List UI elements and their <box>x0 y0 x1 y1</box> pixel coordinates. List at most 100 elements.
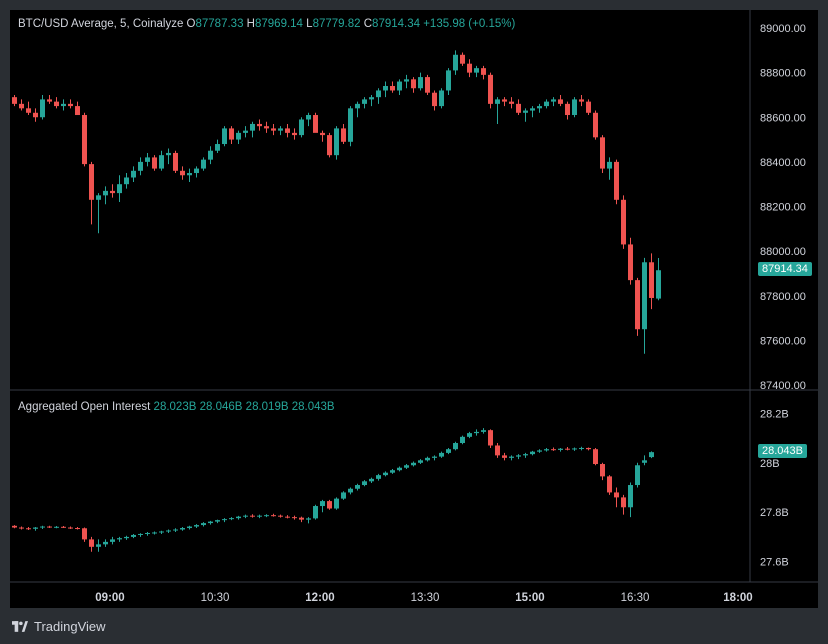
price-candle-body <box>614 161 619 200</box>
price-candle-body <box>236 132 241 140</box>
oi-candle-body <box>586 447 591 450</box>
price-candle-body <box>117 184 122 194</box>
price-candle-body <box>362 99 367 104</box>
oi-candle-body <box>117 538 122 540</box>
oi-candle-body <box>89 539 94 547</box>
price-candle-body <box>656 270 661 299</box>
price-candle-body <box>222 128 227 145</box>
y-tick-label: 88200.00 <box>760 202 806 214</box>
price-candle-body <box>642 262 647 330</box>
price-candle-body <box>390 86 395 91</box>
price-candle-body <box>621 199 626 245</box>
oi-candle-body <box>173 529 178 531</box>
chart-svg[interactable]: 89000.00 88800.00 88600.00 88400.00 88200.00… <box>10 10 818 608</box>
oi-candle-body <box>306 518 311 520</box>
oi-candle-body <box>187 526 192 529</box>
price-candle-body <box>460 54 465 64</box>
oi-candle-body <box>320 501 325 507</box>
ohlc-l: L87779.82 <box>306 18 360 30</box>
price-candle-body <box>600 137 605 169</box>
price-candle-body <box>40 99 45 118</box>
symbol-label: BTC/USD Average, 5, Coinalyze <box>18 18 184 30</box>
oi-candle-body <box>453 443 458 450</box>
oi-candle-body <box>348 488 353 493</box>
price-candle-body <box>75 106 80 116</box>
price-candle-body <box>138 161 143 171</box>
y-tick-label: 89000.00 <box>760 23 806 35</box>
price-candle-body <box>474 68 479 73</box>
oi-candle-body <box>488 430 493 446</box>
price-candle-body <box>264 126 269 129</box>
ohlc-value: 87914.34 <box>372 18 421 30</box>
oi-candle-body <box>222 519 227 521</box>
x-tick-label: 10:30 <box>201 592 230 604</box>
oi-candle-body <box>446 449 451 453</box>
y-tick-label: 88400.00 <box>760 157 806 169</box>
price-candle-body <box>145 157 150 162</box>
price-candle-body <box>47 99 52 102</box>
price-candle-body <box>432 92 437 107</box>
price-candle-body <box>558 99 563 104</box>
oi-value-3: 28.019B <box>245 401 289 413</box>
oi-candle-body <box>614 492 619 498</box>
oi-candle-body <box>397 467 402 471</box>
chart-area[interactable]: 89000.00 88800.00 88600.00 88400.00 88200.00… <box>10 10 818 608</box>
oi-candle-body <box>110 539 115 542</box>
y-tick-label: 87800.00 <box>760 291 806 303</box>
price-candle-body <box>103 190 108 196</box>
oi-y-tick-label: 27.6B <box>760 557 789 569</box>
oi-candle-body <box>467 433 472 437</box>
oi-candle-body <box>593 449 598 465</box>
oi-candle-body <box>68 527 73 529</box>
oi-candle-body <box>236 516 241 519</box>
oi-candle-body <box>460 436 465 444</box>
price-candle-body <box>369 97 374 100</box>
price-candle-body <box>250 123 255 131</box>
last-price-tag: 87914.34 <box>758 262 812 277</box>
price-candle-body <box>355 103 360 109</box>
price-candle-body <box>299 119 304 136</box>
oi-candle-body <box>334 498 339 509</box>
oi-candle-body <box>26 528 31 530</box>
oi-candle-body <box>61 526 66 528</box>
oi-candle-body <box>376 475 381 479</box>
oi-candle-body <box>159 531 164 533</box>
price-candle-body <box>68 103 73 107</box>
oi-candle-body <box>495 445 500 456</box>
price-candle-body <box>19 103 24 109</box>
price-candle-body <box>502 99 507 102</box>
brand-label: TradingView <box>34 619 106 634</box>
price-candle-body <box>509 101 514 104</box>
price-candle-body <box>131 170 136 178</box>
y-tick-label: 88800.00 <box>760 68 806 80</box>
price-candle-body <box>292 132 297 136</box>
main-legend: BTC/USD Average, 5, Coinalyze O87787.33 … <box>18 18 515 30</box>
tradingview-logo[interactable]: TradingView <box>12 619 106 634</box>
price-candle-body <box>152 157 157 169</box>
x-tick-label: 16:30 <box>621 592 650 604</box>
price-candle-body <box>453 54 458 71</box>
oi-candle-body <box>145 532 150 534</box>
oi-candle-body <box>152 532 157 534</box>
y-tick-label: 88000.00 <box>760 246 806 258</box>
oi-y-tick-label: 28B <box>760 458 780 470</box>
price-candle-body <box>327 135 332 156</box>
oi-candle-body <box>96 544 101 547</box>
price-candle-body <box>348 108 353 142</box>
oi-candle-body <box>502 455 507 458</box>
price-candle-body <box>418 77 423 89</box>
oi-candle-body <box>194 525 199 527</box>
oi-candle-body <box>313 506 318 519</box>
oi-candle-body <box>180 528 185 530</box>
oi-candle-body <box>82 528 87 540</box>
oi-candle-body <box>166 530 171 532</box>
oi-value-4: 28.043B <box>291 401 335 413</box>
oi-candle-body <box>628 485 633 508</box>
oi-candle-body <box>327 501 332 509</box>
oi-candle-body <box>229 518 234 520</box>
price-candle-body <box>404 79 409 82</box>
oi-candle-body <box>138 533 143 535</box>
price-candle-body <box>159 155 164 169</box>
price-candle-body <box>12 97 17 104</box>
price-candle-body <box>26 108 31 113</box>
